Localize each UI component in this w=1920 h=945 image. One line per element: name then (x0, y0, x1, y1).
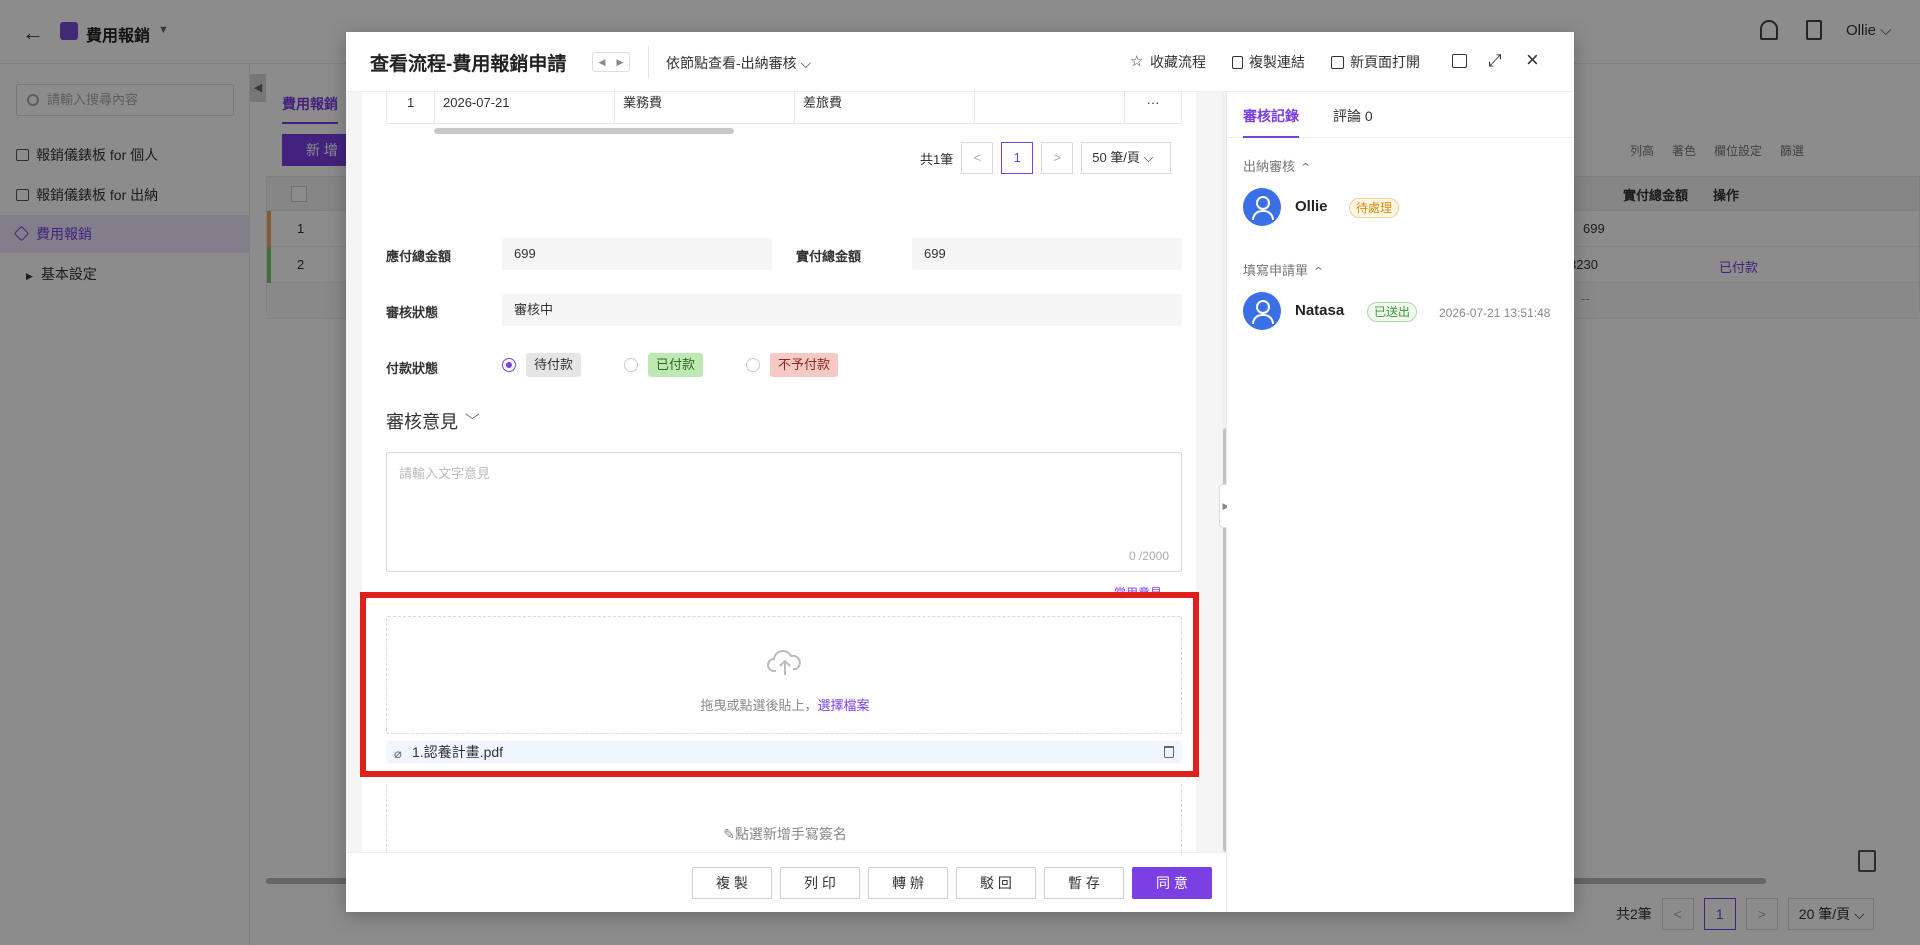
modal-title: 查看流程-費用報銷申請 (370, 54, 567, 75)
reject-button[interactable]: 駁 回 (956, 867, 1036, 899)
char-counter: 0 /2000 (1128, 549, 1169, 563)
star-icon: ☆ (1130, 53, 1144, 70)
fullscreen-icon[interactable]: ⤢ (1488, 51, 1502, 71)
side-panel-icon[interactable] (1452, 54, 1467, 68)
paid-total-field: 699 (912, 238, 1182, 270)
close-icon[interactable]: × (1526, 47, 1539, 73)
payable-total-label: 應付總金額 (386, 249, 452, 264)
signature-hint: ✎點選新增手寫簽名 (723, 826, 847, 842)
form-area: 1 2026-07-21 業務費 差旅費 ··· 共1筆 < 1 > 50 筆/… (346, 92, 1226, 852)
copy-icon (1232, 55, 1243, 69)
applicant-name: Natasa (1295, 302, 1345, 319)
subtable-pagination: 共1筆 < 1 > 50 筆/頁 ⌵ (920, 142, 1172, 174)
review-opinion-title[interactable]: 審核意見 (386, 408, 458, 434)
form-gutter (1196, 92, 1222, 852)
page-size-select[interactable]: 50 筆/頁 ⌵ (1081, 142, 1172, 174)
next-record-icon[interactable]: ▶ (611, 53, 629, 71)
approve-button[interactable]: 同 意 (1132, 867, 1212, 899)
tab-underline (1243, 136, 1299, 138)
review-status-label: 審核狀態 (386, 305, 439, 320)
tab-comments[interactable]: 評論 0 (1333, 106, 1373, 126)
avatar (1243, 292, 1281, 330)
highlight-box (360, 592, 1199, 777)
row-more-button[interactable]: ··· (1125, 92, 1181, 124)
node-view-dropdown[interactable]: 依節點查看-出納審核 ⌵ (666, 53, 811, 73)
reviewer-name: Ollie (1295, 198, 1328, 215)
chevron-down-icon[interactable]: ⌵ (465, 406, 480, 423)
copy-button[interactable]: 複 製 (692, 867, 772, 899)
review-opinion-textarea[interactable]: 請輸入文字意見 0 /2000 (386, 452, 1182, 572)
page-1-button[interactable]: 1 (1001, 142, 1034, 174)
signature-zone[interactable]: ✎點選新增手寫簽名 (386, 782, 1182, 852)
avatar (1243, 188, 1281, 226)
status-badge: 已送出 (1367, 302, 1418, 322)
review-status-field: 審核中 (502, 294, 1182, 326)
modal-actions: ☆ 收藏流程 複製連結 新頁面打開 (1130, 52, 1420, 72)
modal-header: 查看流程-費用報銷申請 ◀ ▶ 依節點查看-出納審核 ⌵ ☆ 收藏流程 複製連結 … (346, 32, 1574, 92)
tab-review-records[interactable]: 審核記錄 (1243, 106, 1299, 126)
prev-page-button[interactable]: < (961, 142, 994, 174)
tag-paid[interactable]: 已付款 (648, 353, 704, 377)
detail-subtable: 1 2026-07-21 業務費 差旅費 ··· (386, 92, 1182, 124)
process-modal: 查看流程-費用報銷申請 ◀ ▶ 依節點查看-出納審核 ⌵ ☆ 收藏流程 複製連結 … (346, 32, 1574, 912)
prev-record-icon[interactable]: ◀ (593, 53, 611, 71)
payable-total-field: 699 (502, 238, 772, 270)
subtable-scrollbar[interactable] (434, 128, 734, 134)
group-fill-application[interactable]: 填寫申請單 ⌃ (1243, 260, 1325, 279)
record-navigator: ◀ ▶ (592, 52, 630, 72)
payment-status-label: 付款狀態 (386, 361, 439, 376)
modal-footer: 複 製 列 印 轉 辦 駁 回 暫 存 同 意 (346, 852, 1226, 912)
radio-paid[interactable] (624, 358, 638, 372)
save-draft-button[interactable]: 暫 存 (1044, 867, 1124, 899)
transfer-button[interactable]: 轉 辦 (868, 867, 948, 899)
divider (648, 46, 649, 78)
tag-pending-payment[interactable]: 待付款 (526, 353, 582, 377)
review-tabs: 審核記錄 評論 0 (1227, 92, 1574, 138)
open-new-page-button[interactable]: 新頁面打開 (1331, 52, 1420, 72)
copy-link-button[interactable]: 複製連結 (1232, 52, 1305, 72)
favorite-button[interactable]: ☆ 收藏流程 (1130, 52, 1206, 72)
group-cashier-review[interactable]: 出納審核 ⌃ (1243, 156, 1312, 175)
next-page-button[interactable]: > (1041, 142, 1074, 174)
radio-no-payment[interactable] (746, 358, 760, 372)
print-button[interactable]: 列 印 (780, 867, 860, 899)
submit-timestamp: 2026-07-21 13:51:48 (1439, 306, 1551, 320)
status-badge: 待處理 (1349, 198, 1400, 218)
external-link-icon (1331, 55, 1344, 69)
tag-no-payment[interactable]: 不予付款 (770, 353, 839, 377)
paid-total-label: 實付總金額 (796, 249, 862, 264)
review-panel: 審核記錄 評論 0 出納審核 ⌃ Ollie 待處理 填寫申請單 ⌃ Natasa … (1227, 92, 1574, 912)
radio-pending-payment[interactable] (502, 358, 516, 372)
